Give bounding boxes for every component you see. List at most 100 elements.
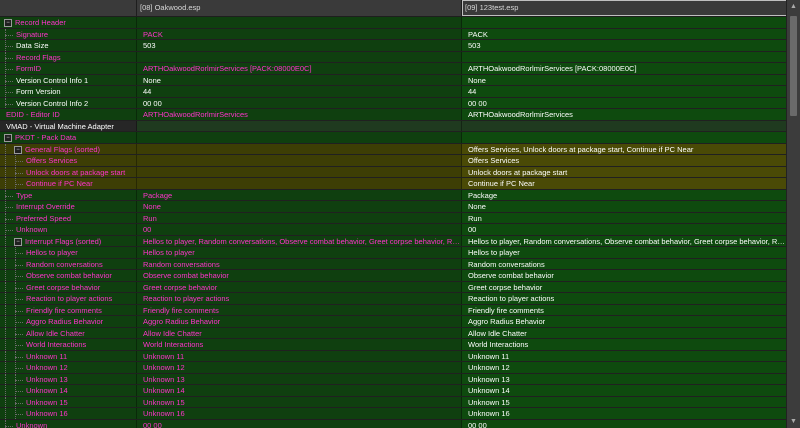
tree-row[interactable]: VMAD - Virtual Machine Adapter xyxy=(0,120,787,132)
row-label-cell[interactable]: Type xyxy=(0,189,137,200)
value-cell-oakwood[interactable]: Friendly fire comments xyxy=(137,304,462,315)
row-label-cell[interactable]: Unknown xyxy=(0,419,137,428)
tree-row[interactable]: Interrupt Override None None xyxy=(0,201,787,213)
value-cell-oakwood[interactable] xyxy=(137,178,462,189)
value-cell-oakwood[interactable]: Unknown 15 xyxy=(137,396,462,407)
row-label-cell[interactable]: Unlock doors at package start xyxy=(0,166,137,177)
value-cell-oakwood[interactable]: 503 xyxy=(137,40,462,51)
tree-row[interactable]: Unknown 00 00 xyxy=(0,224,787,236)
value-cell-123test[interactable]: Friendly fire comments xyxy=(462,304,787,315)
value-cell-123test[interactable]: Hellos to player, Random conversations, … xyxy=(462,235,787,246)
value-cell-oakwood[interactable] xyxy=(137,132,462,143)
value-cell-123test[interactable]: ARTHOakwoodRorlmirServices [PACK:08000E0… xyxy=(462,63,787,74)
value-cell-123test[interactable]: ARTHOakwoodRorlmirServices xyxy=(462,109,787,120)
tree-row[interactable]: Hellos to player Hellos to player Hellos t… xyxy=(0,247,787,259)
value-cell-oakwood[interactable] xyxy=(137,17,462,28)
tree-row[interactable]: Unknown 00 00 00 00 xyxy=(0,419,787,428)
tree-row[interactable]: Unknown 13 Unknown 13 Unknown 13 xyxy=(0,373,787,385)
value-cell-oakwood[interactable]: None xyxy=(137,201,462,212)
value-cell-oakwood[interactable]: ARTHOakwoodRorlmirServices xyxy=(137,109,462,120)
value-cell-123test[interactable]: Unknown 14 xyxy=(462,385,787,396)
value-cell-oakwood[interactable]: World Interactions xyxy=(137,339,462,350)
value-cell-123test[interactable]: Continue if PC Near xyxy=(462,178,787,189)
value-cell-oakwood[interactable]: Hellos to player, Random conversations, … xyxy=(137,235,462,246)
value-cell-123test[interactable]: Allow Idle Chatter xyxy=(462,327,787,338)
value-cell-oakwood[interactable]: Package xyxy=(137,189,462,200)
row-label-cell[interactable]: Reaction to player actions xyxy=(0,293,137,304)
value-cell-123test[interactable] xyxy=(462,17,787,28)
value-cell-oakwood[interactable]: Unknown 13 xyxy=(137,373,462,384)
tree-row[interactable]: Reaction to player actions Reaction to pl… xyxy=(0,293,787,305)
row-label-cell[interactable]: FormID xyxy=(0,63,137,74)
tree-row[interactable]: Unknown 15 Unknown 15 Unknown 15 xyxy=(0,396,787,408)
header-plugin-oakwood[interactable]: [08] Oakwood.esp xyxy=(137,0,462,16)
value-cell-oakwood[interactable] xyxy=(137,166,462,177)
value-cell-123test[interactable]: 44 xyxy=(462,86,787,97)
row-label-cell[interactable]: Version Control Info 1 xyxy=(0,74,137,85)
tree-row[interactable]: Preferred Speed Run Run xyxy=(0,212,787,224)
row-label-cell[interactable]: Random conversations xyxy=(0,258,137,269)
value-cell-123test[interactable]: PACK xyxy=(462,28,787,39)
row-label-cell[interactable]: − General Flags (sorted) xyxy=(0,143,137,154)
row-label-cell[interactable]: Greet corpse behavior xyxy=(0,281,137,292)
tree-row[interactable]: Form Version 44 44 xyxy=(0,86,787,98)
tree-row[interactable]: Greet corpse behavior Greet corpse behavi… xyxy=(0,281,787,293)
vertical-scrollbar[interactable]: ▲ ▼ xyxy=(786,0,800,428)
value-cell-oakwood[interactable]: Hellos to player xyxy=(137,247,462,258)
value-cell-123test[interactable] xyxy=(462,120,787,131)
header-name-column[interactable] xyxy=(0,0,137,16)
arrow-down-icon[interactable]: ▼ xyxy=(789,417,798,426)
value-cell-oakwood[interactable]: Allow Idle Chatter xyxy=(137,327,462,338)
row-label-cell[interactable]: − PKDT - Pack Data xyxy=(0,132,137,143)
tree-row[interactable]: Unknown 14 Unknown 14 Unknown 14 xyxy=(0,385,787,397)
row-label-cell[interactable]: Unknown 12 xyxy=(0,362,137,373)
header-plugin-123test[interactable]: [09] 123test.esp xyxy=(462,0,787,16)
row-label-cell[interactable]: Unknown 15 xyxy=(0,396,137,407)
value-cell-oakwood[interactable]: Run xyxy=(137,212,462,223)
value-cell-oakwood[interactable]: Unknown 16 xyxy=(137,408,462,419)
row-label-cell[interactable]: Signature xyxy=(0,28,137,39)
row-label-cell[interactable]: Continue if PC Near xyxy=(0,178,137,189)
value-cell-oakwood[interactable]: ARTHOakwoodRorlmirServices [PACK:08000E0… xyxy=(137,63,462,74)
value-cell-oakwood[interactable] xyxy=(137,120,462,131)
value-cell-123test[interactable]: Hellos to player xyxy=(462,247,787,258)
value-cell-oakwood[interactable]: Aggro Radius Behavior xyxy=(137,316,462,327)
value-cell-oakwood[interactable]: None xyxy=(137,74,462,85)
value-cell-123test[interactable]: Greet corpse behavior xyxy=(462,281,787,292)
row-label-cell[interactable]: Unknown 11 xyxy=(0,350,137,361)
row-label-cell[interactable]: VMAD - Virtual Machine Adapter xyxy=(0,120,137,131)
value-cell-123test[interactable]: 00 00 xyxy=(462,419,787,428)
tree-row[interactable]: Data Size 503 503 xyxy=(0,40,787,52)
tree-row[interactable]: Allow Idle Chatter Allow Idle Chatter Allo… xyxy=(0,327,787,339)
value-cell-123test[interactable]: Random conversations xyxy=(462,258,787,269)
value-cell-oakwood[interactable]: Random conversations xyxy=(137,258,462,269)
row-label-cell[interactable]: Data Size xyxy=(0,40,137,51)
row-label-cell[interactable]: Aggro Radius Behavior xyxy=(0,316,137,327)
row-label-cell[interactable]: Version Control Info 2 xyxy=(0,97,137,108)
value-cell-oakwood[interactable]: Greet corpse behavior xyxy=(137,281,462,292)
value-cell-123test[interactable]: 00 xyxy=(462,224,787,235)
value-cell-oakwood[interactable]: PACK xyxy=(137,28,462,39)
tree-row[interactable]: Friendly fire comments Friendly fire comm… xyxy=(0,304,787,316)
tree-row[interactable]: Aggro Radius Behavior Aggro Radius Behavi… xyxy=(0,316,787,328)
row-label-cell[interactable]: Unknown 13 xyxy=(0,373,137,384)
value-cell-123test[interactable]: 00 00 xyxy=(462,97,787,108)
row-label-cell[interactable]: EDID - Editor ID xyxy=(0,109,137,120)
row-label-cell[interactable]: Observe combat behavior xyxy=(0,270,137,281)
value-cell-123test[interactable]: Reaction to player actions xyxy=(462,293,787,304)
tree-row[interactable]: Signature PACK PACK xyxy=(0,28,787,40)
value-cell-123test[interactable]: Unlock doors at package start xyxy=(462,166,787,177)
row-label-cell[interactable]: Friendly fire comments xyxy=(0,304,137,315)
value-cell-123test[interactable]: Unknown 12 xyxy=(462,362,787,373)
row-label-cell[interactable]: Unknown xyxy=(0,224,137,235)
row-label-cell[interactable]: Unknown 16 xyxy=(0,408,137,419)
collapse-box-icon[interactable]: − xyxy=(14,237,22,246)
tree-row[interactable]: Version Control Info 1 None None xyxy=(0,74,787,86)
value-cell-oakwood[interactable] xyxy=(137,51,462,62)
value-cell-123test[interactable] xyxy=(462,132,787,143)
value-cell-123test[interactable]: Unknown 16 xyxy=(462,408,787,419)
row-label-cell[interactable]: Interrupt Override xyxy=(0,201,137,212)
collapse-box-icon[interactable]: − xyxy=(4,134,12,142)
value-cell-123test[interactable]: Package xyxy=(462,189,787,200)
value-cell-123test[interactable] xyxy=(462,51,787,62)
